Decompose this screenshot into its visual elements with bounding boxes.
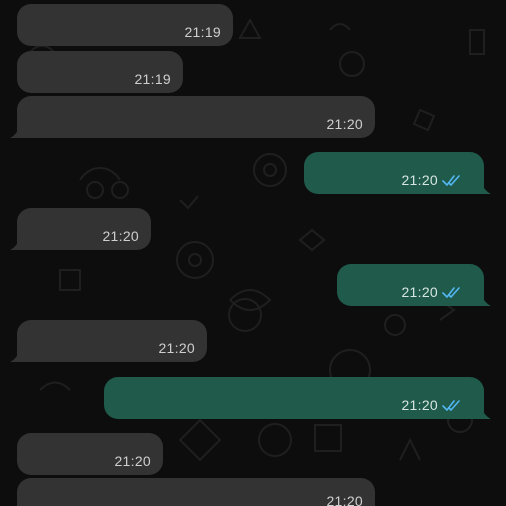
double-check-read-icon xyxy=(442,287,460,298)
message-timestamp: 21:20 xyxy=(401,172,438,188)
bubble-tail xyxy=(10,348,24,362)
bubble-tail xyxy=(477,405,491,419)
message-timestamp: 21:20 xyxy=(114,453,151,469)
incoming-message-bubble[interactable]: 21:19 xyxy=(17,51,183,93)
incoming-message-bubble[interactable]: 21:20 xyxy=(10,208,151,250)
message-timestamp: 21:20 xyxy=(401,284,438,300)
bubble-tail xyxy=(10,236,24,250)
chat-message-list[interactable]: 21:19 21:19 21:20 21:20 21:20 21:20 21:2… xyxy=(0,0,506,506)
incoming-message-bubble[interactable]: 21:20 xyxy=(17,478,375,506)
message-timestamp: 21:20 xyxy=(326,116,363,132)
message-timestamp: 21:19 xyxy=(134,71,171,87)
double-check-read-icon xyxy=(442,400,460,411)
incoming-message-bubble[interactable]: 21:19 xyxy=(17,4,233,46)
message-timestamp: 21:20 xyxy=(401,397,438,413)
outgoing-message-bubble[interactable]: 21:20 xyxy=(104,377,491,419)
outgoing-message-bubble[interactable]: 21:20 xyxy=(304,152,491,194)
bubble-tail xyxy=(477,180,491,194)
bubble-tail xyxy=(477,292,491,306)
outgoing-message-bubble[interactable]: 21:20 xyxy=(337,264,491,306)
message-timestamp: 21:20 xyxy=(102,228,139,244)
incoming-message-bubble[interactable]: 21:20 xyxy=(17,433,163,475)
incoming-message-bubble[interactable]: 21:20 xyxy=(10,96,375,138)
bubble-tail xyxy=(10,124,24,138)
double-check-read-icon xyxy=(442,175,460,186)
message-timestamp: 21:19 xyxy=(184,24,221,40)
incoming-message-bubble[interactable]: 21:20 xyxy=(10,320,207,362)
message-timestamp: 21:20 xyxy=(158,340,195,356)
message-timestamp: 21:20 xyxy=(326,493,363,506)
